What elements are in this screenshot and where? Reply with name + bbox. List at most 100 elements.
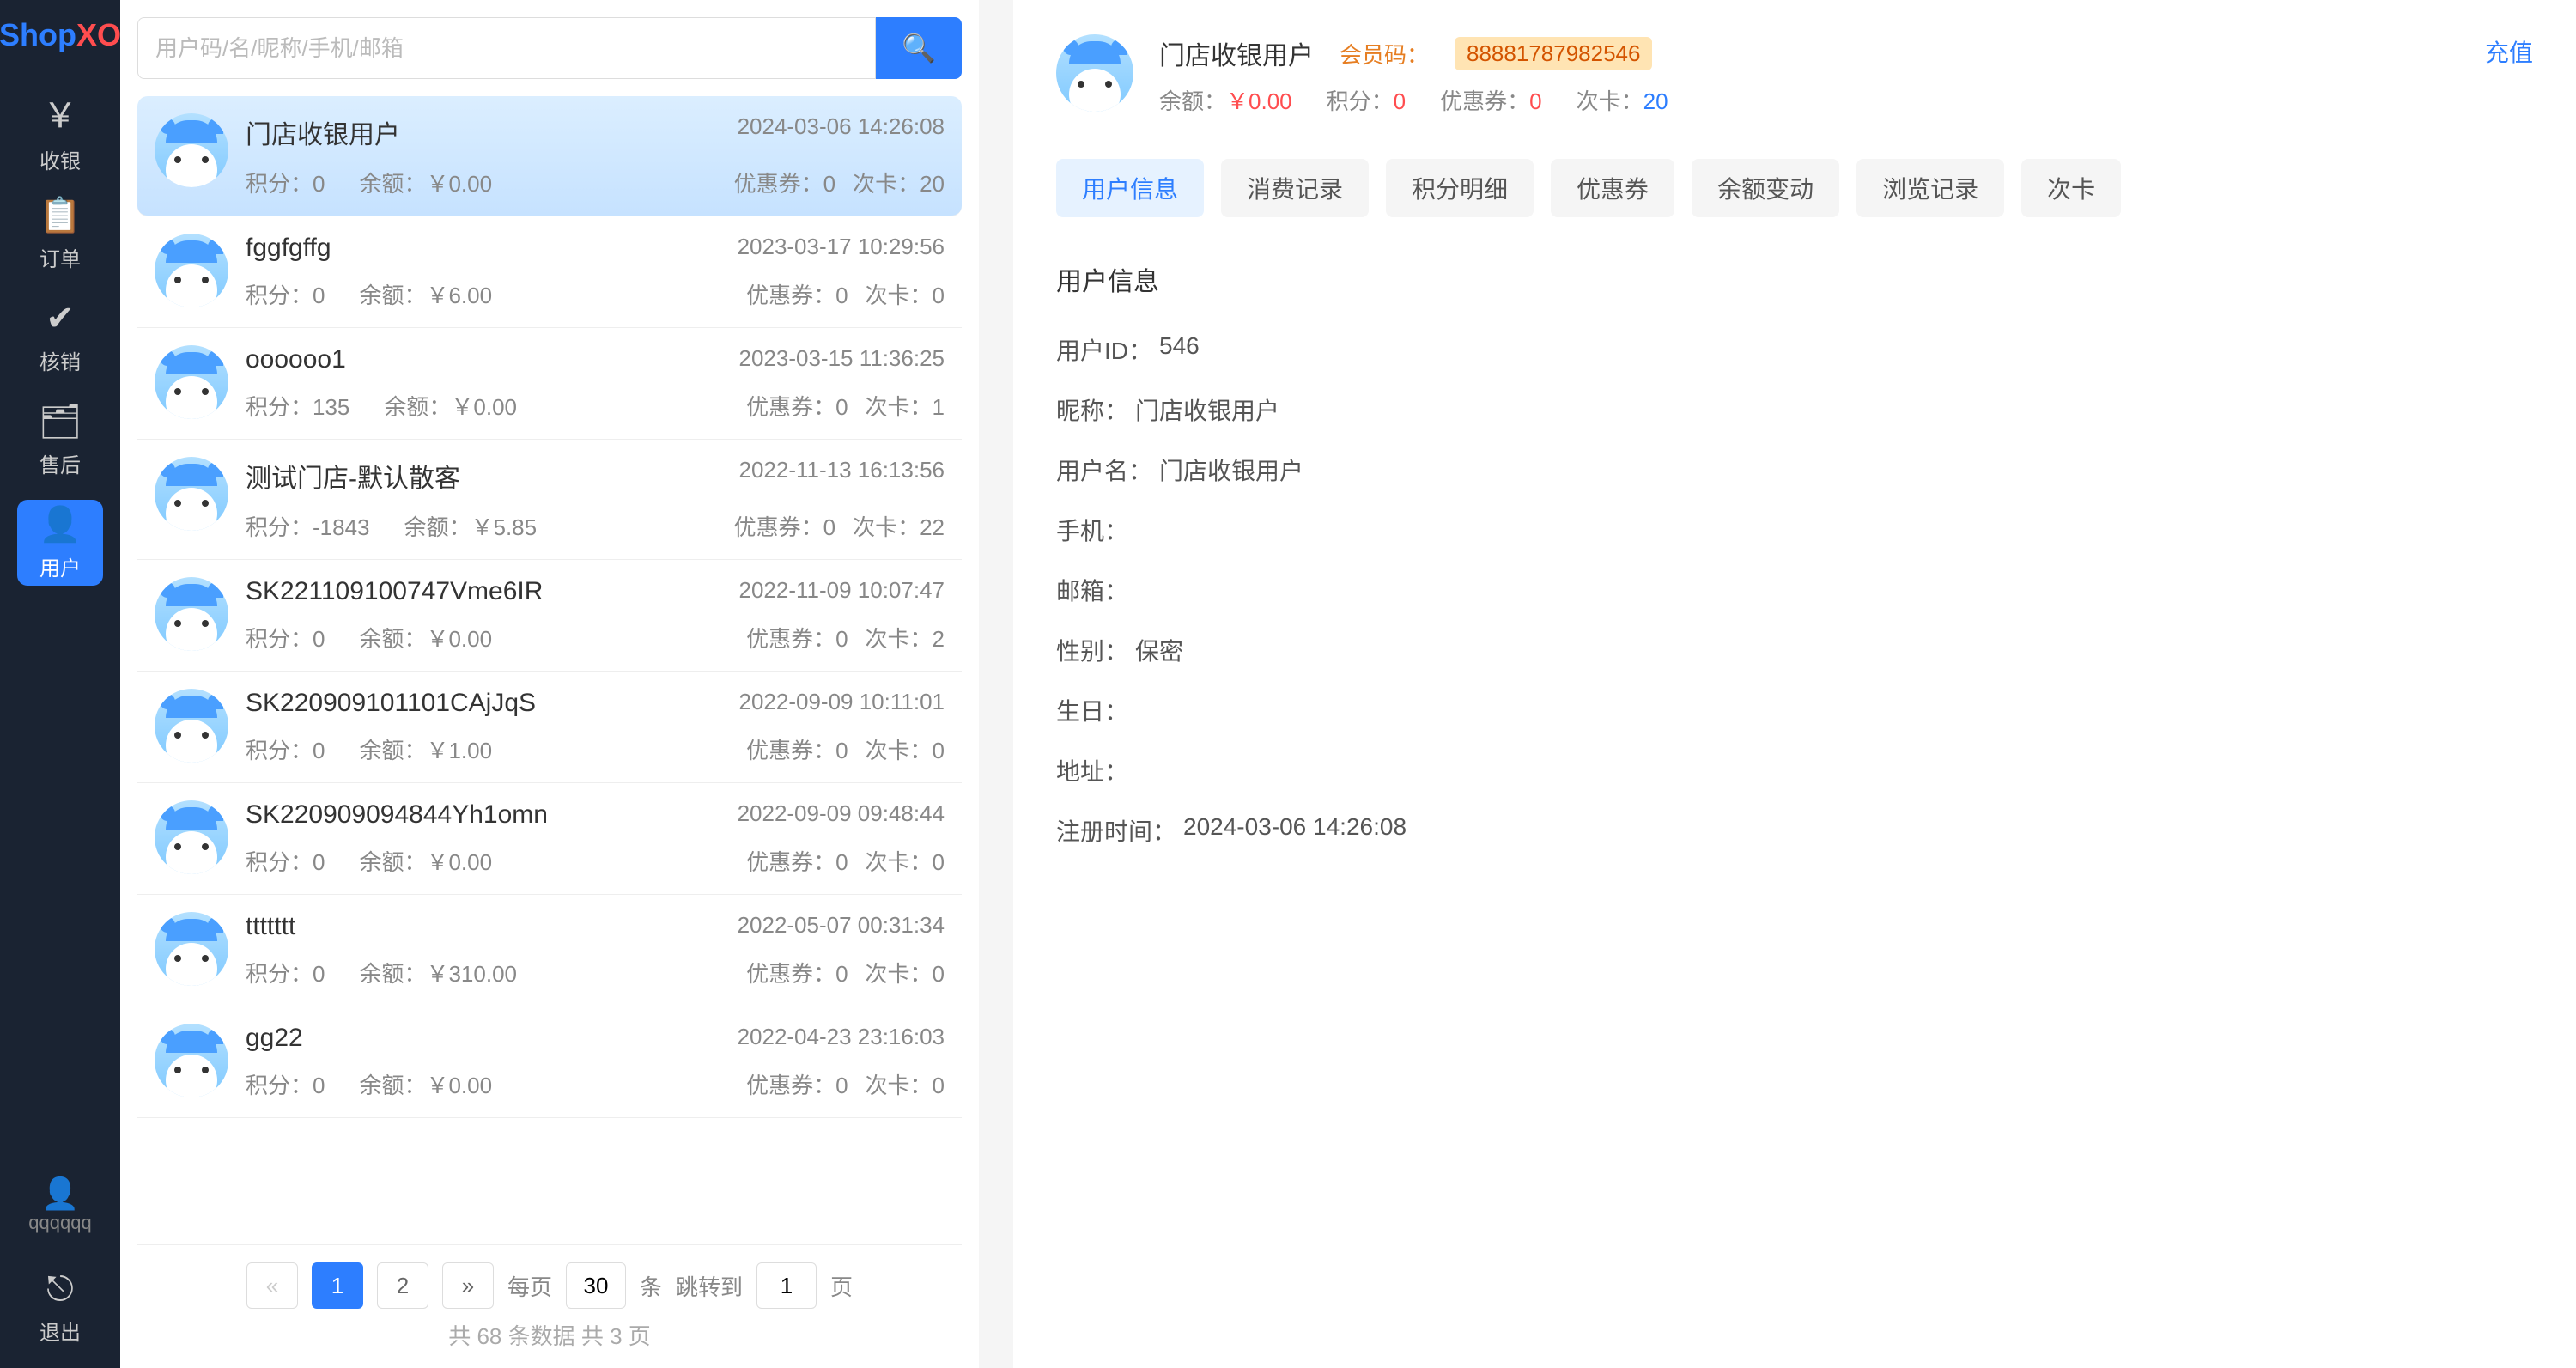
- detail-header: 门店收银用户 会员码： 88881787982546 余额：￥0.00 积分：0…: [1056, 34, 2533, 116]
- recharge-button[interactable]: 充值: [2485, 34, 2533, 69]
- user-balance: 余额：￥0.00: [384, 390, 517, 422]
- user-date: 2023-03-15 11:36:25: [739, 345, 945, 374]
- cash-icon: ￥: [43, 88, 77, 137]
- tab[interactable]: 次卡: [2021, 159, 2121, 217]
- tab[interactable]: 用户信息: [1056, 159, 1204, 217]
- sidebar-item-cash[interactable]: ￥ 收银: [17, 88, 103, 173]
- info-row: 地址：: [1056, 753, 2533, 787]
- tab[interactable]: 浏览记录: [1856, 159, 2004, 217]
- search-button[interactable]: 🔍: [876, 17, 962, 79]
- clipboard-icon: 📋: [39, 195, 82, 235]
- member-code-label: 会员码：: [1340, 38, 1429, 70]
- user-cards: 次卡：22: [853, 510, 945, 542]
- user-points: 积分：0: [246, 845, 325, 877]
- detail-panel: 门店收银用户 会员码： 88881787982546 余额：￥0.00 积分：0…: [1013, 0, 2576, 1368]
- page-next-button[interactable]: »: [442, 1262, 494, 1309]
- user-name: SK220909094844Yh1omn: [246, 800, 548, 830]
- user-list-item[interactable]: ttttttt2022-05-07 00:31:34积分：0余额：￥310.00…: [137, 895, 962, 1006]
- sidebar-item-after[interactable]: 🗂 售后: [17, 397, 103, 483]
- user-name: 测试门店-默认散客: [246, 457, 460, 495]
- sidebar-account[interactable]: 👤 qqqqqq: [17, 1162, 103, 1248]
- jump-label: 跳转到: [676, 1270, 743, 1302]
- user-date: 2022-11-09 10:07:47: [739, 577, 945, 606]
- sidebar: ShopXO ￥ 收银 📋 订单 ✔ 核销 🗂 售后 👤 用户 👤 qqqqqq…: [0, 0, 120, 1368]
- user-list-item[interactable]: oooooo1 2023-03-15 11:36:25 积分：135 余额：￥0.00…: [137, 328, 962, 440]
- balance-label: 余额：: [1159, 88, 1226, 114]
- user-list-item[interactable]: fggfgffg2023-03-17 10:29:56积分：0余额：￥6.00优…: [137, 216, 962, 328]
- user-balance: 余额：￥5.85: [404, 510, 538, 542]
- user-name: fggfgffg: [246, 234, 331, 263]
- user-points: 积分：135: [246, 390, 349, 422]
- sidebar-item-order[interactable]: 📋 订单: [17, 191, 103, 277]
- avatar: [155, 689, 228, 763]
- user-points: 积分：0: [246, 167, 325, 198]
- user-points: 积分：0: [246, 1068, 325, 1100]
- sidebar-item-label: 售后: [39, 448, 81, 478]
- user-list[interactable]: 门店收银用户2024-03-06 14:26:08积分：0余额：￥0.00优惠券…: [137, 96, 962, 1244]
- user-list-item[interactable]: SK221109100747Vme6IR2022-11-09 10:07:47积…: [137, 560, 962, 672]
- tab[interactable]: 余额变动: [1692, 159, 1839, 217]
- page-summary: 共 68 条数据 共 3 页: [137, 1319, 962, 1351]
- page-2-button[interactable]: 2: [377, 1262, 428, 1309]
- user-cards: 次卡：20: [853, 167, 945, 198]
- avatar: [155, 912, 228, 986]
- user-date: 2022-11-13 16:13:56: [739, 457, 945, 495]
- info-row: 性别：保密: [1056, 633, 2533, 667]
- page-1-button[interactable]: 1: [312, 1262, 363, 1309]
- user-date: 2022-05-07 00:31:34: [738, 912, 945, 941]
- user-balance: 余额：￥0.00: [359, 1068, 492, 1100]
- info-value: 保密: [1135, 633, 1183, 667]
- user-name: gg22: [246, 1024, 303, 1053]
- tab[interactable]: 优惠券: [1551, 159, 1674, 217]
- info-label: 用户ID：: [1056, 332, 1152, 367]
- coupons-label: 优惠券：: [1440, 88, 1529, 114]
- balance-value: ￥0.00: [1226, 88, 1292, 114]
- user-coupons: 优惠券：0: [746, 957, 848, 988]
- user-list-item[interactable]: gg222022-04-23 23:16:03积分：0余额：￥0.00优惠券：0…: [137, 1006, 962, 1118]
- sidebar-item-label: 收银: [39, 144, 81, 174]
- info-row: 邮箱：: [1056, 573, 2533, 607]
- info-label: 手机：: [1056, 513, 1128, 547]
- user-balance: 余额：￥0.00: [359, 622, 492, 654]
- sidebar-item-logout[interactable]: ⎋ 退出: [17, 1265, 103, 1351]
- logo-xo: XO: [76, 17, 121, 52]
- info-value: 546: [1159, 332, 1200, 367]
- user-points: 积分：-1843: [246, 510, 370, 542]
- user-list-item[interactable]: 门店收银用户2024-03-06 14:26:08积分：0余额：￥0.00优惠券…: [137, 96, 962, 216]
- user-balance: 余额：￥0.00: [359, 845, 492, 877]
- page-prev-button[interactable]: «: [246, 1262, 298, 1309]
- logout-icon: ⎋: [46, 1270, 74, 1309]
- user-list-panel: 🔍 门店收银用户2024-03-06 14:26:08积分：0余额：￥0.00优…: [120, 0, 979, 1368]
- section-title: 用户信息: [1056, 260, 2533, 298]
- avatar: [155, 234, 228, 307]
- jump-input[interactable]: [756, 1262, 817, 1309]
- user-points: 积分：0: [246, 733, 325, 765]
- tab[interactable]: 消费记录: [1221, 159, 1369, 217]
- user-cards: 次卡：0: [866, 845, 945, 877]
- info-row: 注册时间：2024-03-06 14:26:08: [1056, 813, 2533, 848]
- sidebar-item-user[interactable]: 👤 用户: [17, 500, 103, 586]
- coupons-value: 0: [1529, 88, 1541, 114]
- info-row: 生日：: [1056, 693, 2533, 727]
- wallet-icon: 🗂: [39, 401, 82, 441]
- search-input[interactable]: [137, 17, 876, 79]
- info-row: 手机：: [1056, 513, 2533, 547]
- per-page-input[interactable]: [566, 1262, 626, 1309]
- user-coupons: 优惠券：0: [734, 167, 835, 198]
- user-coupons: 优惠券：0: [746, 1068, 848, 1100]
- user-list-item[interactable]: 测试门店-默认散客 2022-11-13 16:13:56 积分：-1843 余额：￥…: [137, 440, 962, 560]
- user-cards: 次卡：0: [866, 1068, 945, 1100]
- user-name: oooooo1: [246, 345, 346, 374]
- tab[interactable]: 积分明细: [1386, 159, 1534, 217]
- user-list-item[interactable]: SK220909101101CAjJqS2022-09-09 10:11:01积…: [137, 672, 962, 783]
- info-label: 邮箱：: [1056, 573, 1128, 607]
- logo-shop: Shop: [0, 17, 76, 52]
- info-value: 2024-03-06 14:26:08: [1183, 813, 1406, 848]
- search-bar: 🔍: [137, 17, 962, 79]
- user-balance: 余额：￥6.00: [359, 278, 492, 310]
- sidebar-item-verify[interactable]: ✔ 核销: [17, 294, 103, 380]
- user-coupons: 优惠券：0: [746, 733, 848, 765]
- user-coupons: 优惠券：0: [746, 845, 848, 877]
- account-name: qqqqqq: [28, 1212, 91, 1234]
- user-list-item[interactable]: SK220909094844Yh1omn2022-09-09 09:48:44积…: [137, 783, 962, 895]
